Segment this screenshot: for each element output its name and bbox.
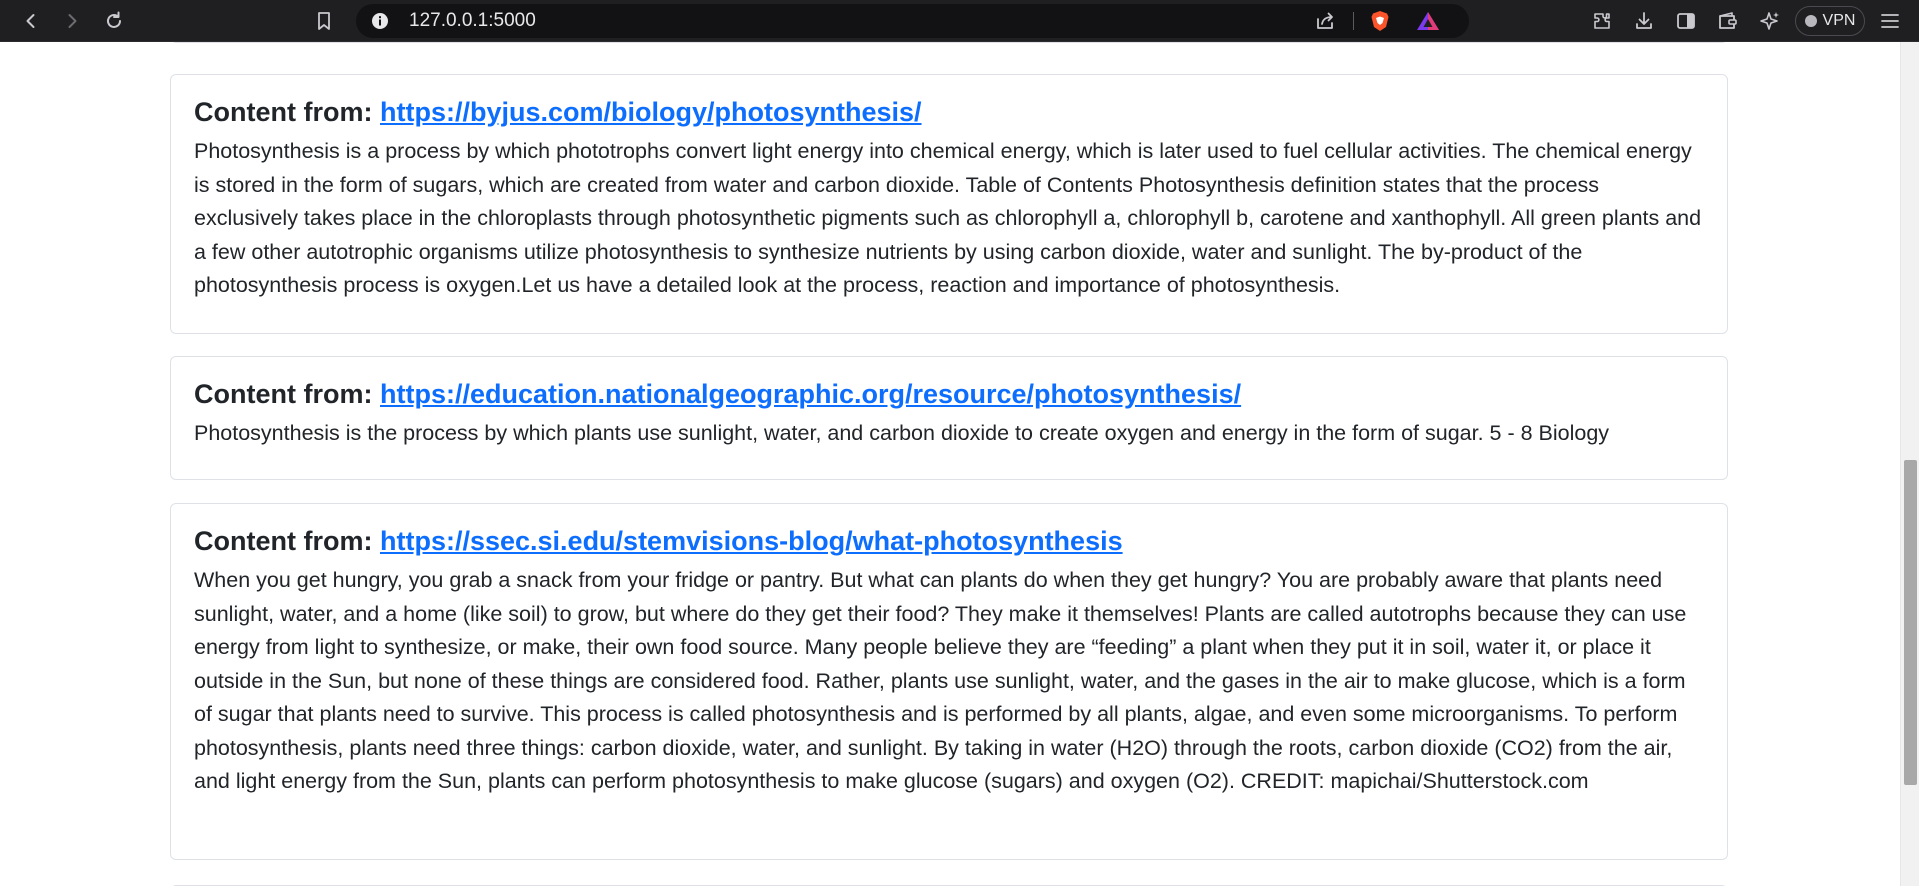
menu-icon[interactable] xyxy=(1875,6,1905,36)
result-text: Photosynthesis is a process by which pho… xyxy=(194,139,1702,297)
leo-ai-icon[interactable] xyxy=(1755,6,1785,36)
extensions-icon[interactable] xyxy=(1587,6,1617,36)
result-link[interactable]: https://education.nationalgeographic.org… xyxy=(380,379,1241,409)
result-link[interactable]: https://byjus.com/biology/photosynthesis… xyxy=(380,97,922,127)
scrollbar-thumb[interactable] xyxy=(1904,460,1917,785)
url-text[interactable]: 127.0.0.1:5000 xyxy=(409,4,536,38)
back-icon[interactable] xyxy=(16,6,46,36)
result-card: Content from: https://ssec.si.edu/stemvi… xyxy=(170,503,1728,860)
forward-icon[interactable] xyxy=(57,6,87,36)
result-heading: Content from: https://ssec.si.edu/stemvi… xyxy=(194,524,1704,558)
reload-icon[interactable] xyxy=(99,6,129,36)
downloads-icon[interactable] xyxy=(1629,6,1659,36)
result-card: Content from: https://byjus.com/biology/… xyxy=(170,74,1728,334)
page-viewport: Content from: https://byjus.com/biology/… xyxy=(0,42,1900,886)
share-icon[interactable] xyxy=(1314,10,1336,32)
previous-card-edge xyxy=(170,42,1728,43)
urlbar-divider xyxy=(1353,12,1354,30)
result-heading: Content from: https://byjus.com/biology/… xyxy=(194,95,1704,129)
result-heading: Content from: https://education.national… xyxy=(194,377,1704,411)
site-info-icon[interactable] xyxy=(370,11,390,31)
vpn-button[interactable]: VPN xyxy=(1795,6,1865,36)
vpn-status-icon xyxy=(1804,15,1817,27)
result-text: When you get hungry, you grab a snack fr… xyxy=(194,568,1687,793)
result-label: Content from: xyxy=(194,97,373,127)
brave-rewards-icon[interactable] xyxy=(1416,11,1440,31)
vpn-label: VPN xyxy=(1822,12,1856,29)
wallet-icon[interactable] xyxy=(1713,6,1743,36)
result-text: Photosynthesis is the process by which p… xyxy=(194,421,1610,445)
result-label: Content from: xyxy=(194,526,373,556)
brave-shields-icon[interactable] xyxy=(1368,9,1392,33)
result-label: Content from: xyxy=(194,379,373,409)
sidebar-icon[interactable] xyxy=(1671,6,1701,36)
browser-toolbar: 127.0.0.1:5000 VPN xyxy=(0,0,1919,42)
page-scrollbar[interactable] xyxy=(1900,42,1919,886)
bookmark-icon[interactable] xyxy=(309,6,339,36)
address-bar[interactable]: 127.0.0.1:5000 xyxy=(356,4,1469,38)
result-card: Content from: https://education.national… xyxy=(170,356,1728,480)
result-link[interactable]: https://ssec.si.edu/stemvisions-blog/wha… xyxy=(380,526,1123,556)
